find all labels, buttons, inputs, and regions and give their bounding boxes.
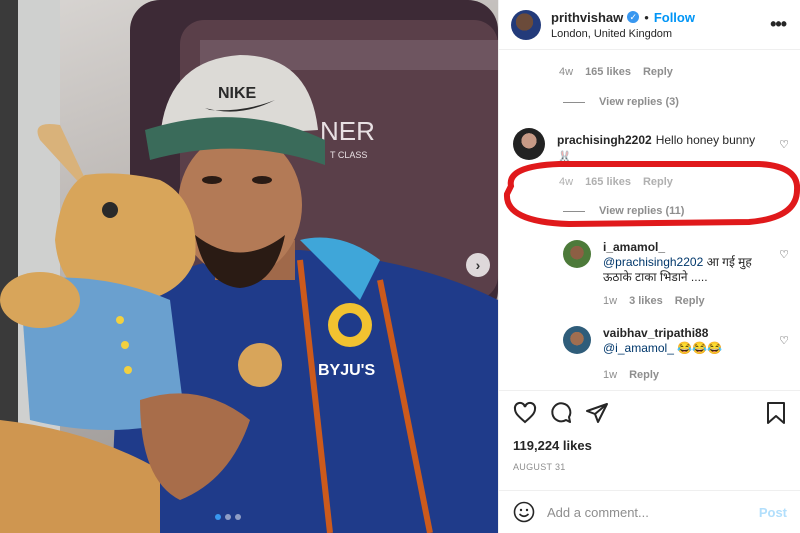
commenter-username[interactable]: prachisingh2202 [557, 133, 652, 147]
comment-input[interactable]: Add a comment... [547, 505, 759, 520]
carousel-dot [225, 514, 231, 520]
carousel-dot-active [215, 514, 221, 520]
commenter-avatar[interactable] [563, 240, 591, 268]
reply-item: i_amamol_ @prachisingh2202 आ गई मुह ऊठाक… [563, 240, 800, 309]
comment-time: 4w [559, 66, 574, 78]
share-icon[interactable] [585, 401, 609, 425]
comment-meta: 1w 3 likes Reply [603, 294, 763, 309]
commenter-avatar[interactable] [563, 326, 591, 354]
comment-text: Hello honey bunny [655, 133, 756, 147]
comment-time: 1w [603, 295, 618, 307]
comment-text: 😂😂😂 [673, 341, 723, 355]
comment-likes[interactable]: 165 likes [585, 66, 631, 78]
author-username[interactable]: prithvishaw [551, 10, 623, 25]
comments-list: 4w 165 likes Reply View replies (3) prac… [499, 50, 800, 390]
next-photo-button[interactable]: › [466, 253, 490, 277]
like-comment-icon[interactable]: ♡ [779, 334, 789, 347]
comment-meta: 4w 165 likes Reply [559, 66, 673, 78]
verified-badge-icon: ✓ [627, 11, 640, 23]
replies-line [563, 101, 585, 103]
more-options-icon[interactable]: ••• [770, 14, 787, 35]
reply-button[interactable]: Reply [675, 294, 705, 309]
commenter-username[interactable]: i_amamol_ [603, 240, 759, 255]
like-icon[interactable] [513, 401, 537, 425]
commenter-username[interactable]: vaibhav_tripathi88 [603, 326, 759, 341]
commenter-avatar[interactable] [513, 128, 545, 160]
post-button[interactable]: Post [759, 505, 787, 520]
view-replies-label: View replies (3) [599, 96, 679, 108]
follow-button[interactable]: Follow [654, 10, 695, 25]
emoji-icon[interactable] [513, 501, 535, 523]
comment-emoji: 🐰 [557, 150, 572, 164]
add-comment-bar: Add a comment... Post [499, 490, 800, 533]
reply-button[interactable]: Reply [629, 368, 659, 383]
post-location[interactable]: London, United Kingdom [551, 28, 695, 40]
view-replies-button[interactable]: View replies (11) [563, 205, 684, 217]
jacket-text: BYJU'S [318, 362, 375, 379]
comment-item: prachisingh2202 Hello honey bunny 🐰 ♡ [513, 128, 800, 165]
view-replies-button[interactable]: View replies (3) [563, 96, 679, 108]
action-bar [499, 390, 800, 438]
post-header: prithvishaw ✓ • Follow London, United Ki… [499, 0, 800, 50]
post-date: AUGUST 31 [513, 462, 566, 472]
photo-illustration: NER T CLASS BYJU'S NIKE [0, 0, 498, 533]
comment-time: 4w [559, 176, 574, 188]
replies-line [563, 210, 585, 212]
comment-icon[interactable] [549, 401, 573, 425]
separator: • [644, 9, 649, 25]
highlight-ring [503, 161, 800, 228]
view-replies-label: View replies (11) [599, 205, 685, 217]
like-comment-icon[interactable]: ♡ [779, 248, 789, 261]
carousel-dots [215, 514, 241, 520]
cap-brand: NIKE [218, 85, 257, 102]
comment-likes[interactable]: 3 likes [629, 294, 663, 309]
comment-likes[interactable]: 165 likes [585, 176, 631, 188]
seat-subtext: T CLASS [330, 150, 367, 160]
likes-count[interactable]: 119,224 likes [513, 438, 592, 453]
post-photo: NER T CLASS BYJU'S NIKE › [0, 0, 498, 533]
save-icon[interactable] [765, 401, 787, 425]
post-sidebar: prithvishaw ✓ • Follow London, United Ki… [498, 0, 800, 533]
comment-meta: 4w 165 likes Reply [559, 176, 673, 188]
seat-text: NER [320, 116, 375, 146]
comment-time: 1w [603, 369, 618, 381]
comment-meta: 1w Reply [603, 368, 763, 383]
carousel-dot [235, 514, 241, 520]
reply-button[interactable]: Reply [643, 66, 673, 78]
comment-mention[interactable]: @prachisingh2202 [603, 255, 703, 269]
comment-mention[interactable]: @i_amamol_ [603, 341, 674, 355]
reply-item: vaibhav_tripathi88 @i_amamol_ 😂😂😂 1w Rep… [563, 326, 800, 383]
reply-button[interactable]: Reply [643, 176, 673, 188]
author-avatar[interactable] [511, 9, 541, 40]
like-comment-icon[interactable]: ♡ [779, 138, 789, 151]
